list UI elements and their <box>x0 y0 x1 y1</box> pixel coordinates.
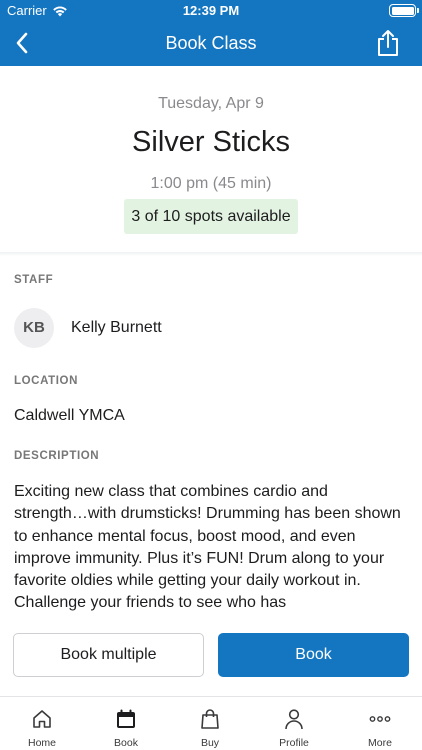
class-time: 1:00 pm (45 min) <box>150 175 272 192</box>
status-time: 12:39 PM <box>182 3 240 18</box>
description-section-label: DESCRIPTION <box>14 450 100 462</box>
page-title: Book Class <box>165 33 257 53</box>
spots-available-badge: 3 of 10 spots available <box>124 199 298 234</box>
location-name[interactable]: Caldwell YMCA <box>14 407 125 425</box>
person-icon <box>285 709 303 730</box>
tab-home-label: Home <box>27 737 56 749</box>
class-header: Tuesday, Apr 9 Silver Sticks 1:00 pm (45… <box>0 66 422 252</box>
book-multiple-button[interactable]: Book multiple <box>13 633 204 677</box>
share-icon <box>378 30 398 56</box>
staff-name[interactable]: Kelly Burnett <box>71 319 162 337</box>
status-bar: Carrier 12:39 PM <box>0 0 422 21</box>
tab-book[interactable]: Book <box>84 697 168 750</box>
tab-buy-label: Buy <box>200 737 220 749</box>
tab-profile-label: Profile <box>279 737 309 749</box>
share-button[interactable] <box>374 28 402 58</box>
action-bar: Book multiple Book <box>0 616 422 696</box>
tab-buy[interactable]: Buy <box>168 697 252 750</box>
class-title: Silver Sticks <box>132 126 290 158</box>
shopping-bag-icon <box>201 709 219 729</box>
battery-icon <box>389 4 419 17</box>
calendar-icon <box>117 709 135 728</box>
tab-home[interactable]: Home <box>0 697 84 750</box>
book-button[interactable]: Book <box>218 633 409 677</box>
class-description: Exciting new class that combines cardio … <box>14 483 401 612</box>
tab-more[interactable]: More <box>338 697 422 750</box>
staff-avatar: KB <box>14 308 54 348</box>
tab-bar: Home Book Buy Profile More <box>0 696 422 750</box>
nav-bar: Book Class <box>0 21 422 66</box>
section-divider <box>0 252 422 256</box>
home-icon <box>33 710 51 728</box>
more-dots-icon <box>369 716 391 722</box>
tab-more-label: More <box>368 737 392 749</box>
location-section-label: LOCATION <box>14 375 78 387</box>
class-date: Tuesday, Apr 9 <box>158 95 264 112</box>
tab-book-label: Book <box>114 737 138 749</box>
staff-section-label: STAFF <box>14 274 54 286</box>
tab-profile[interactable]: Profile <box>252 697 336 750</box>
